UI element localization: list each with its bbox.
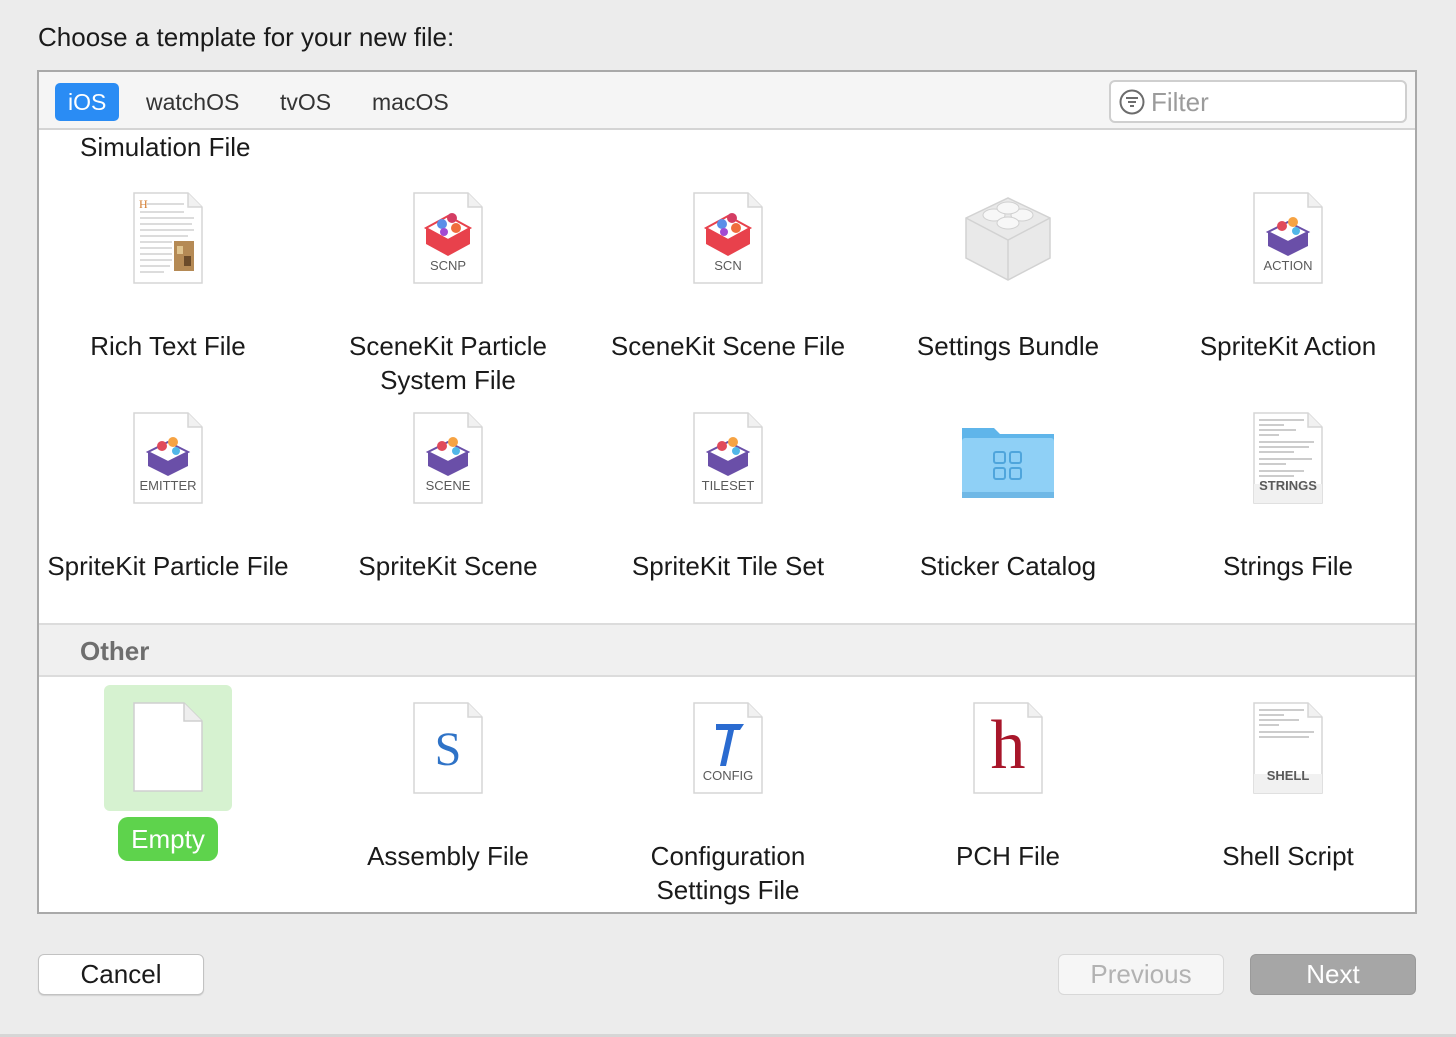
filter-input[interactable] xyxy=(1151,84,1401,120)
cancel-button[interactable]: Cancel xyxy=(38,954,204,995)
dialog-title: Choose a template for your new file: xyxy=(38,22,455,52)
file-type-badge: h xyxy=(990,707,1026,784)
template-label: SpriteKit Tile Set xyxy=(631,551,825,581)
assembly-file-icon: S xyxy=(384,698,512,824)
file-type-badge: CONFIG xyxy=(702,768,754,783)
template-label: SpriteKit Scene xyxy=(358,551,538,581)
template-chooser-panel: iOS watchOS tvOS macOS Simulation File H xyxy=(37,70,1417,914)
template-strings-file[interactable]: STRINGS Strings File xyxy=(1148,408,1428,583)
scenekit-icon: SCNP xyxy=(384,188,512,314)
folder-icon xyxy=(944,408,1072,534)
template-sticker-catalog[interactable]: Sticker Catalog xyxy=(868,408,1148,583)
file-type-badge: SCNP xyxy=(429,258,467,273)
platform-tab-bar: iOS watchOS tvOS macOS xyxy=(39,72,1415,130)
filter-icon xyxy=(1119,89,1145,115)
spritekit-icon: ACTION xyxy=(1224,188,1352,314)
file-type-badge: EMITTER xyxy=(139,478,197,493)
template-scenekit-scene-file[interactable]: SCN SceneKit Scene File xyxy=(588,188,868,363)
template-label: SceneKit Particle System File xyxy=(349,331,547,395)
template-empty[interactable]: Empty xyxy=(28,685,308,861)
template-label: Rich Text File xyxy=(90,331,246,361)
template-label: SpriteKit Particle File xyxy=(47,551,289,581)
pch-file-icon: h xyxy=(944,698,1072,824)
template-rich-text-file[interactable]: H Rich Text File xyxy=(28,188,308,363)
section-header-other: Other xyxy=(39,623,1415,677)
config-file-icon: CONFIG xyxy=(664,698,792,824)
template-label: Shell Script xyxy=(1222,841,1354,871)
empty-file-icon xyxy=(104,685,232,811)
shell-script-icon: SHELL xyxy=(1224,698,1352,824)
template-spritekit-tile-set[interactable]: TILESET SpriteKit Tile Set xyxy=(588,408,868,583)
template-label: Empty xyxy=(118,817,218,861)
template-label: PCH File xyxy=(955,841,1060,871)
tab-tvos[interactable]: tvOS xyxy=(267,83,344,121)
file-type-badge: S xyxy=(434,723,462,776)
template-scenekit-particle-system-file[interactable]: SCNP SceneKit Particle System File xyxy=(308,188,588,397)
filter-field[interactable] xyxy=(1109,80,1407,123)
tab-ios[interactable]: iOS xyxy=(55,83,120,121)
template-label: Configuration Settings File xyxy=(650,841,806,905)
template-label: Strings File xyxy=(1222,551,1354,581)
template-label: SpriteKit Action xyxy=(1199,331,1377,361)
template-spritekit-particle-file[interactable]: EMITTER SpriteKit Particle File xyxy=(28,408,308,583)
spritekit-icon: SCENE xyxy=(384,408,512,534)
previous-button[interactable]: Previous xyxy=(1058,954,1224,995)
next-button[interactable]: Next xyxy=(1250,954,1416,995)
template-shell-script[interactable]: SHELL Shell Script xyxy=(1148,698,1428,873)
template-label: Assembly File xyxy=(367,841,529,871)
file-type-badge: TILESET xyxy=(701,478,755,493)
file-type-badge: SHELL xyxy=(1266,768,1310,783)
template-assembly-file[interactable]: S Assembly File xyxy=(308,698,588,873)
lego-brick-icon xyxy=(944,188,1072,314)
template-spritekit-scene[interactable]: SCENE SpriteKit Scene xyxy=(308,408,588,583)
file-type-badge: SCENE xyxy=(425,478,471,493)
template-spritekit-action[interactable]: ACTION SpriteKit Action xyxy=(1148,188,1428,363)
file-type-badge: STRINGS xyxy=(1259,478,1317,493)
template-label: Settings Bundle xyxy=(916,331,1100,361)
template-label: Sticker Catalog xyxy=(919,551,1097,581)
section-title-other: Other xyxy=(80,636,150,666)
template-label: SceneKit Scene File xyxy=(610,331,846,361)
svg-text:H: H xyxy=(139,197,148,211)
template-settings-bundle[interactable]: Settings Bundle xyxy=(868,188,1148,363)
tab-macos[interactable]: macOS xyxy=(359,83,462,121)
template-configuration-settings-file[interactable]: CONFIG Configuration Settings File xyxy=(588,698,868,907)
tab-watchos[interactable]: watchOS xyxy=(133,83,252,121)
template-pch-file[interactable]: h PCH File xyxy=(868,698,1148,873)
file-type-badge: ACTION xyxy=(1263,258,1313,273)
scenekit-icon: SCN xyxy=(664,188,792,314)
spritekit-icon: EMITTER xyxy=(104,408,232,534)
spritekit-icon: TILESET xyxy=(664,408,792,534)
section-title-simulation: Simulation File xyxy=(80,132,251,162)
rich-text-document-icon: H xyxy=(104,188,232,314)
strings-file-icon: STRINGS xyxy=(1224,408,1352,534)
file-type-badge: SCN xyxy=(714,258,742,273)
